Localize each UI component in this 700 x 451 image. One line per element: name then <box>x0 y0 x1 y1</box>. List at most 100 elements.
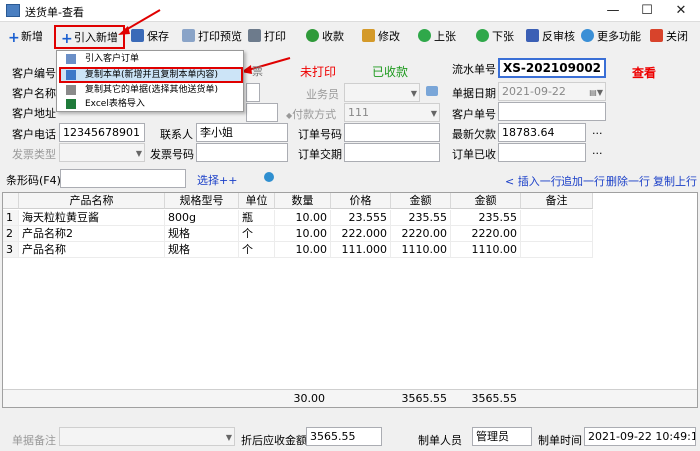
print-status: 未打印 <box>300 65 337 79</box>
total-amount-2: 3565.55 <box>471 392 518 405</box>
date-label: 单据日期 <box>452 87 496 100</box>
order-received-more-button[interactable]: ... <box>592 144 603 157</box>
items-table[interactable]: 产品名称 规格型号 单位 数量 价格 金额 金额 备注 1 海天粒粒黄豆酱 80… <box>2 192 698 408</box>
column-header-unit[interactable]: 单位 <box>239 193 275 209</box>
column-header-qty[interactable]: 数量 <box>275 193 331 209</box>
column-header-amount[interactable]: 金额 <box>391 193 451 209</box>
customer-phone-field[interactable]: 12345678901 <box>59 123 145 142</box>
customer-name-label: 客户名称 <box>12 87 56 100</box>
serial-label: 流水单号 <box>452 63 496 76</box>
barcode-input[interactable] <box>60 169 186 188</box>
column-header-spec[interactable]: 规格型号 <box>165 193 239 209</box>
table-cell-qty[interactable]: 10.00 <box>275 210 331 226</box>
calendar-icon: ▤▼ <box>589 88 603 97</box>
menu-item-import-customer-order[interactable]: 引入客户订单 <box>59 52 243 66</box>
table-cell-spec[interactable]: 800g <box>165 210 239 226</box>
append-row-link[interactable]: 追加一行 <box>561 173 605 189</box>
menu-item-copy-other[interactable]: 复制其它的单据(选择其他送货单) <box>59 83 243 97</box>
table-row-index: 2 <box>3 226 19 242</box>
table-cell-amount-2[interactable]: 235.55 <box>451 210 521 226</box>
payment-status: 已收款 <box>372 65 409 79</box>
receivable-field[interactable]: 3565.55 <box>306 427 382 446</box>
table-cell-remark[interactable] <box>521 242 593 258</box>
delete-row-link[interactable]: 删除一行 <box>606 173 650 189</box>
copy-icon <box>66 70 76 80</box>
table-cell-spec[interactable]: 规格 <box>165 242 239 258</box>
import-new-menu: 引入客户订单 复制本单(新增并且复制本单内容) 复制其它的单据(选择其他送货单)… <box>56 50 244 112</box>
import-icon <box>66 54 76 64</box>
excel-icon <box>66 99 76 109</box>
customer-code-label: 客户编号 <box>12 67 56 80</box>
contact-field[interactable]: 李小姐 <box>196 123 288 142</box>
table-cell-amount-2[interactable]: 2220.00 <box>451 226 521 242</box>
table-cell-price[interactable]: 23.555 <box>331 210 391 226</box>
total-qty: 30.00 <box>293 392 326 405</box>
table-cell-spec[interactable]: 规格 <box>165 226 239 242</box>
table-cell-amount[interactable]: 2220.00 <box>391 226 451 242</box>
table-cell-product-name[interactable]: 产品名称 <box>19 242 165 258</box>
latest-debt-field[interactable]: 18783.64 <box>498 123 586 142</box>
order-no-field[interactable] <box>344 123 440 142</box>
copy-row-link[interactable]: 复制上行 <box>653 173 697 189</box>
date-field[interactable]: 2021-09-22 ▤▼ <box>498 82 606 101</box>
table-cell-qty[interactable]: 10.00 <box>275 242 331 258</box>
column-header-price[interactable]: 价格 <box>331 193 391 209</box>
barcode-label: 条形码(F4) <box>6 174 61 187</box>
invoice-status: 票 <box>252 65 263 78</box>
contact-label: 联系人 <box>160 128 193 141</box>
customer-order-field[interactable] <box>498 102 606 121</box>
table-cell-unit[interactable]: 个 <box>239 242 275 258</box>
customer-name-field[interactable] <box>246 83 260 102</box>
make-time-field[interactable]: 2021-09-22 10:49:16 <box>584 427 696 446</box>
order-received-field[interactable] <box>498 143 586 162</box>
table-row-index: 1 <box>3 210 19 226</box>
table-cell-product-name[interactable]: 海天粒粒黄豆酱 <box>19 210 165 226</box>
order-date-field[interactable] <box>344 143 440 162</box>
invoice-no-field[interactable] <box>196 143 288 162</box>
table-cell-qty[interactable]: 10.00 <box>275 226 331 242</box>
insert-row-link[interactable]: < 插入一行 <box>505 173 562 189</box>
table-cell-remark[interactable] <box>521 210 593 226</box>
customer-order-label: 客户单号 <box>452 108 496 121</box>
table-cell-price[interactable]: 111.000 <box>331 242 391 258</box>
maker-label: 制单人员 <box>418 434 462 447</box>
customer-address-field[interactable] <box>246 103 278 122</box>
document-search-icon <box>66 85 76 95</box>
maker-field[interactable]: 管理员 <box>472 427 532 446</box>
select-plus-link[interactable]: 选择++ <box>197 172 237 188</box>
payment-method-select[interactable]: 111 ▼ <box>344 103 440 122</box>
view-mode-label: 查看 <box>632 66 657 80</box>
invoice-no-label: 发票号码 <box>150 148 194 161</box>
table-cell-remark[interactable] <box>521 226 593 242</box>
chevron-down-icon: ▼ <box>135 149 142 158</box>
menu-item-excel-import[interactable]: Excel表格导入 <box>59 97 243 111</box>
menu-item-copy-this[interactable]: 复制本单(新增并且复制本单内容) <box>59 67 243 83</box>
latest-debt-more-button[interactable]: ... <box>592 124 603 137</box>
table-cell-amount[interactable]: 1110.00 <box>391 242 451 258</box>
salesman-label: 业务员 <box>306 88 339 101</box>
salesman-select[interactable]: ▼ <box>344 83 420 102</box>
table-cell-amount[interactable]: 235.55 <box>391 210 451 226</box>
chevron-down-icon: ▼ <box>410 89 417 98</box>
table-cell-unit[interactable]: 瓶 <box>239 210 275 226</box>
remark-select[interactable]: ▼ <box>59 427 235 446</box>
table-cell-product-name[interactable]: 产品名称2 <box>19 226 165 242</box>
total-amount: 3565.55 <box>401 392 448 405</box>
column-header-product-name[interactable]: 产品名称 <box>19 193 165 209</box>
lookup-icon[interactable] <box>426 86 438 96</box>
table-cell-amount-2[interactable]: 1110.00 <box>451 242 521 258</box>
invoice-type-select[interactable]: ▼ <box>59 143 145 162</box>
chevron-down-icon: ▼ <box>430 109 437 118</box>
serial-field[interactable]: XS-202109002 <box>498 58 606 78</box>
table-cell-unit[interactable]: 个 <box>239 226 275 242</box>
order-no-label: 订单号码 <box>298 128 342 141</box>
column-header-remark[interactable]: 备注 <box>521 193 593 209</box>
table-cell-price[interactable]: 222.000 <box>331 226 391 242</box>
make-time-label: 制单时间 <box>538 434 582 447</box>
invoice-type-label: 发票类型 <box>12 148 56 161</box>
receivable-label: 折后应收金额 <box>241 434 307 447</box>
column-header-amount-2[interactable]: 金额 <box>451 193 521 209</box>
column-header-index <box>3 193 19 209</box>
remark-label: 单据备注 <box>12 434 56 447</box>
globe-icon[interactable] <box>264 172 274 182</box>
